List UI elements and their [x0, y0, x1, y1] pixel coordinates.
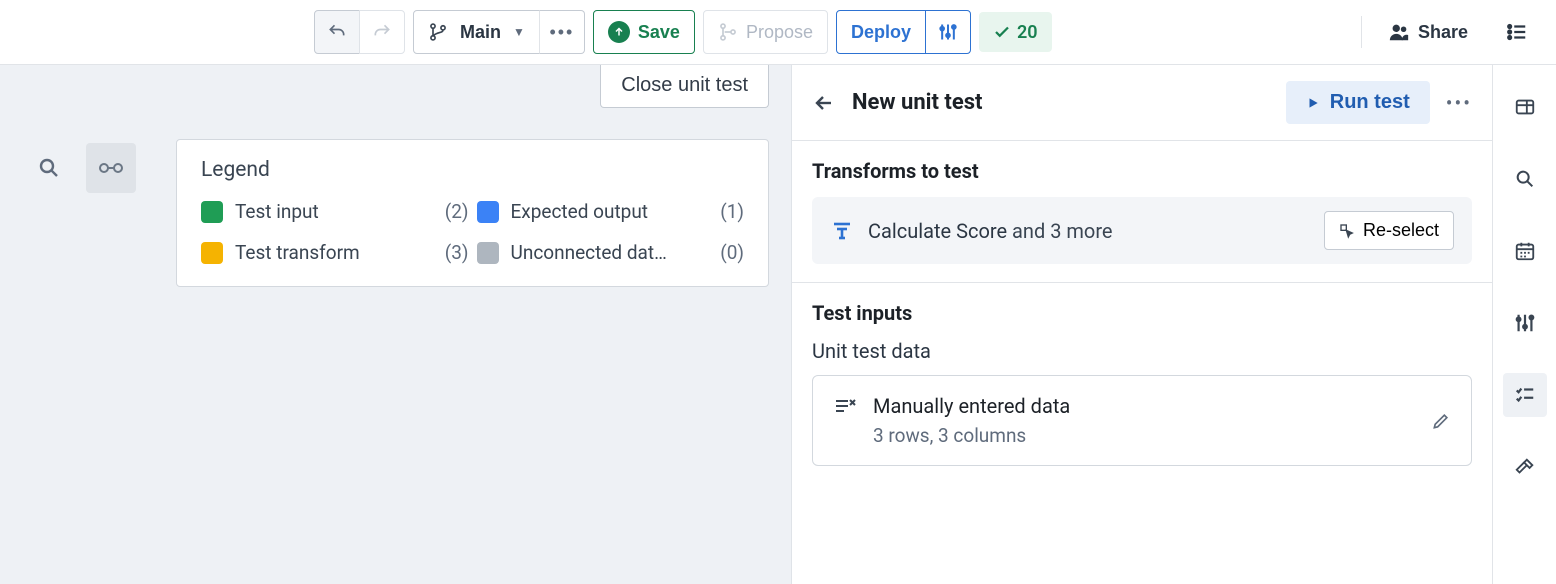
- dots-icon: •••: [549, 22, 574, 43]
- save-label: Save: [638, 22, 680, 43]
- list-button[interactable]: [1494, 10, 1540, 54]
- swatch: [477, 242, 499, 264]
- legend-count: (0): [720, 241, 744, 264]
- rail-schedule[interactable]: [1503, 229, 1547, 273]
- branch-group: Main ▼ •••: [413, 10, 585, 54]
- legend-label: Expected output: [511, 200, 649, 223]
- reselect-button[interactable]: Re-select: [1324, 211, 1454, 250]
- checks-count: 20: [1017, 22, 1038, 43]
- undo-icon: [327, 22, 347, 42]
- rail-build[interactable]: [1503, 445, 1547, 489]
- play-icon: [1306, 96, 1320, 110]
- back-button[interactable]: [812, 91, 836, 115]
- check-icon: [993, 23, 1011, 41]
- legend-item-unconnected[interactable]: Unconnected dat… (0): [477, 241, 745, 264]
- branch-selector[interactable]: Main ▼: [413, 10, 540, 54]
- branch-label: Main: [460, 22, 501, 43]
- node-icon: [98, 160, 124, 176]
- share-label: Share: [1418, 22, 1468, 43]
- legend-item-test-input[interactable]: Test input (2): [201, 200, 469, 223]
- legend-count: (3): [445, 241, 469, 264]
- swatch: [201, 201, 223, 223]
- run-test-label: Run test: [1330, 91, 1410, 114]
- legend-count: (2): [445, 200, 469, 223]
- inputs-heading: Test inputs: [812, 301, 1472, 325]
- transforms-heading: Transforms to test: [812, 159, 1472, 183]
- input-card-title: Manually entered data: [873, 394, 1415, 418]
- sliders-icon: [938, 22, 958, 42]
- legend-label: Test input: [235, 200, 319, 223]
- legend-item-test-transform[interactable]: Test transform (3): [201, 241, 469, 264]
- manual-data-icon: [833, 394, 857, 418]
- calendar-icon: [1514, 240, 1536, 262]
- deploy-label: Deploy: [851, 22, 911, 43]
- chevron-down-icon: ▼: [513, 25, 525, 39]
- search-tool[interactable]: [24, 143, 74, 193]
- input-data-card[interactable]: Manually entered data 3 rows, 3 columns: [812, 375, 1472, 466]
- list-icon: [1506, 21, 1528, 43]
- deploy-button[interactable]: Deploy: [836, 10, 926, 54]
- legend-title: Legend: [201, 158, 744, 182]
- cursor-icon: [1339, 223, 1355, 239]
- close-unit-test-button[interactable]: Close unit test: [600, 65, 769, 108]
- hammer-icon: [1514, 456, 1536, 478]
- input-card-sub: 3 rows, 3 columns: [873, 424, 1415, 447]
- share-button[interactable]: Share: [1374, 10, 1482, 54]
- panel-icon: [1514, 96, 1536, 118]
- close-unit-test-label: Close unit test: [621, 74, 748, 96]
- redo-button[interactable]: [359, 10, 405, 54]
- checks-badge[interactable]: 20: [979, 12, 1052, 52]
- rail-parameters[interactable]: [1503, 301, 1547, 345]
- search-icon: [37, 156, 61, 180]
- transform-icon: [830, 219, 854, 243]
- search-icon: [1514, 168, 1536, 190]
- deploy-group: Deploy: [836, 10, 971, 54]
- legend-panel: Legend Test input (2) Expected output (1…: [176, 139, 769, 287]
- propose-label: Propose: [746, 22, 813, 43]
- view-tool[interactable]: [86, 143, 136, 193]
- undo-button[interactable]: [314, 10, 360, 54]
- rail-search[interactable]: [1503, 157, 1547, 201]
- panel-more-button[interactable]: •••: [1446, 91, 1472, 115]
- swatch: [477, 201, 499, 223]
- legend-count: (1): [720, 200, 744, 223]
- propose-icon: [718, 22, 738, 42]
- save-button[interactable]: Save: [593, 10, 695, 54]
- rail-tests[interactable]: [1503, 373, 1547, 417]
- transform-summary: Calculate Score and 3 more Re-select: [812, 197, 1472, 264]
- panel-title: New unit test: [852, 90, 1270, 115]
- inputs-section: Test inputs Unit test data Manually ente…: [792, 283, 1492, 484]
- branch-more-button[interactable]: •••: [539, 10, 585, 54]
- redo-icon: [372, 22, 392, 42]
- legend-label: Test transform: [235, 241, 360, 264]
- branch-icon: [428, 22, 448, 42]
- rail-panel-info[interactable]: [1503, 85, 1547, 129]
- toolbar: Main ▼ ••• Save Propose Deploy: [0, 0, 1556, 65]
- input-sub-label: Unit test data: [812, 339, 1472, 363]
- legend-item-expected-output[interactable]: Expected output (1): [477, 200, 745, 223]
- legend-label: Unconnected dat…: [511, 241, 667, 264]
- canvas-tools: [24, 143, 136, 193]
- pencil-icon: [1431, 411, 1451, 431]
- undo-redo-group: [314, 10, 405, 54]
- edit-input-button[interactable]: [1431, 411, 1451, 431]
- reselect-label: Re-select: [1363, 220, 1439, 241]
- arrow-left-icon: [812, 91, 836, 115]
- propose-button[interactable]: Propose: [703, 10, 828, 54]
- toolbar-divider: [1361, 16, 1362, 48]
- people-icon: [1388, 21, 1410, 43]
- deploy-settings-button[interactable]: [925, 10, 971, 54]
- swatch: [201, 242, 223, 264]
- right-rail: [1492, 65, 1556, 584]
- run-test-button[interactable]: Run test: [1286, 81, 1430, 124]
- sliders-icon: [1514, 312, 1536, 334]
- checklist-icon: [1514, 384, 1536, 406]
- transform-name: Calculate Score and 3 more: [868, 219, 1113, 243]
- unit-test-panel: New unit test Run test ••• Transforms to…: [792, 65, 1492, 584]
- upload-icon: [608, 21, 630, 43]
- transforms-section: Transforms to test Calculate Score and 3…: [792, 141, 1492, 283]
- graph-canvas[interactable]: Close unit test Legend: [0, 65, 792, 584]
